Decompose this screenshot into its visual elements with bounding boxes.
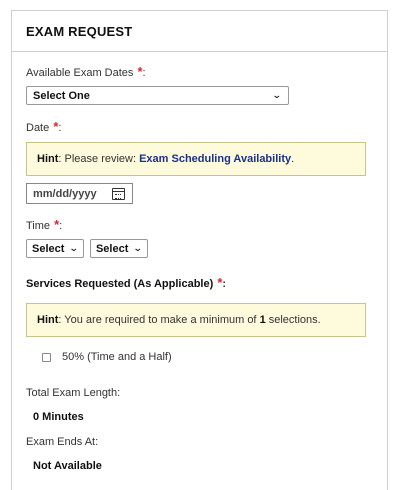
hint-suffix: . xyxy=(291,153,295,165)
total-length-value: 0 Minutes xyxy=(33,411,84,423)
date-input[interactable]: mm/dd/yyyy xyxy=(26,183,133,204)
available-dates-select[interactable]: Select One ⌄ xyxy=(26,86,289,105)
services-label: Services Requested (As Applicable) *: xyxy=(26,275,373,290)
label-colon: : xyxy=(59,220,63,232)
chevron-down-icon: ⌄ xyxy=(133,243,144,253)
total-length-label: Total Exam Length: xyxy=(26,387,121,399)
hint-text: : You are required to make a minimum of xyxy=(58,314,260,326)
hint-prefix: Hint xyxy=(37,314,59,326)
ends-at-label: Exam Ends At: xyxy=(26,436,99,448)
time-label-text: Time xyxy=(26,220,51,232)
available-dates-label: Available Exam Dates *: xyxy=(26,65,373,80)
panel-body: Available Exam Dates *: Select One ⌄ Dat… xyxy=(12,52,387,472)
date-label-text: Date xyxy=(26,122,50,134)
time-label: Time *: xyxy=(26,218,373,233)
minute-select[interactable]: Select ⌄ xyxy=(89,239,148,258)
hint-prefix: Hint xyxy=(37,153,59,165)
time-selects: Select ⌄ Select ⌄ xyxy=(26,239,373,258)
hour-select[interactable]: Select ⌄ xyxy=(26,239,84,258)
hour-selected: Select xyxy=(32,242,65,255)
date-placeholder: mm/dd/yyyy xyxy=(33,187,97,200)
panel-title: EXAM REQUEST xyxy=(26,23,133,39)
hint-text: : Please review: xyxy=(58,153,140,165)
label-colon: : xyxy=(222,278,227,290)
calendar-icon[interactable] xyxy=(112,187,125,200)
services-hint-box: Hint: You are required to make a minimum… xyxy=(26,303,366,337)
service-checkbox[interactable] xyxy=(42,352,51,362)
services-label-text: Services Requested (As Applicable) xyxy=(26,278,214,290)
panel-header: EXAM REQUEST xyxy=(12,11,387,52)
label-colon: : xyxy=(58,122,62,134)
available-dates-selected: Select One xyxy=(33,89,90,102)
exam-request-panel: EXAM REQUEST Available Exam Dates *: Sel… xyxy=(11,10,388,490)
date-hint-box: Hint: Please review: Exam Scheduling Ava… xyxy=(26,142,366,176)
service-option-label: 50% (Time and a Half) xyxy=(62,351,172,363)
hint-suffix: selections. xyxy=(265,314,321,326)
chevron-down-icon: ⌄ xyxy=(69,243,80,253)
date-label: Date *: xyxy=(26,120,373,135)
available-dates-label-text: Available Exam Dates xyxy=(26,67,134,79)
exam-scheduling-availability-link[interactable]: Exam Scheduling Availability xyxy=(139,153,291,165)
label-colon: : xyxy=(142,67,146,79)
chevron-down-icon: ⌄ xyxy=(272,90,283,100)
ends-at-value: Not Available xyxy=(33,460,102,472)
minute-selected: Select xyxy=(95,242,129,255)
service-option-time-and-half[interactable]: 50% (Time and a Half) xyxy=(26,351,373,363)
